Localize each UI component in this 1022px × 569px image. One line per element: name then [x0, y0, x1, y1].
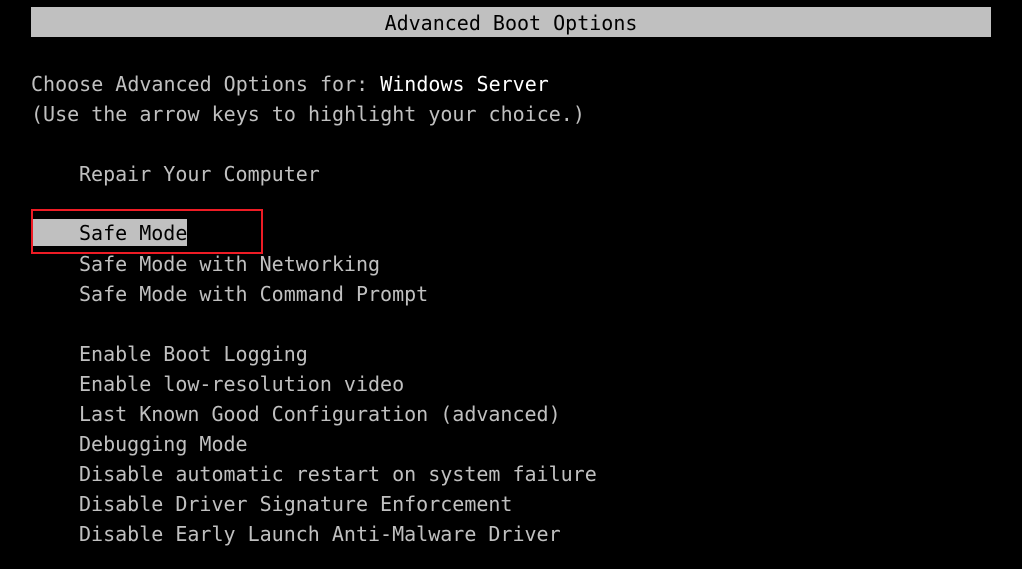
choose-prompt: Choose Advanced Options for: Windows Ser… — [31, 69, 549, 99]
title-text: Advanced Boot Options — [384, 11, 638, 35]
option-disable-auto-restart[interactable]: Disable automatic restart on system fail… — [79, 459, 597, 489]
option-disable-elam[interactable]: Disable Early Launch Anti-Malware Driver — [79, 519, 561, 549]
option-last-known-good[interactable]: Last Known Good Configuration (advanced) — [79, 399, 561, 429]
option-disable-driver-signature[interactable]: Disable Driver Signature Enforcement — [79, 489, 512, 519]
option-low-resolution-video[interactable]: Enable low-resolution video — [79, 369, 404, 399]
instruction-hint: (Use the arrow keys to highlight your ch… — [31, 102, 585, 126]
option-debugging-mode[interactable]: Debugging Mode — [79, 429, 248, 459]
title-bar: Advanced Boot Options — [31, 7, 991, 37]
os-name: Windows Server — [380, 72, 549, 96]
option-enable-boot-logging[interactable]: Enable Boot Logging — [79, 339, 308, 369]
option-safe-mode-command-prompt[interactable]: Safe Mode with Command Prompt — [79, 279, 428, 309]
highlight-annotation-box — [31, 209, 263, 254]
prompt-prefix: Choose Advanced Options for: — [31, 72, 381, 96]
option-repair-your-computer[interactable]: Repair Your Computer — [79, 159, 320, 189]
